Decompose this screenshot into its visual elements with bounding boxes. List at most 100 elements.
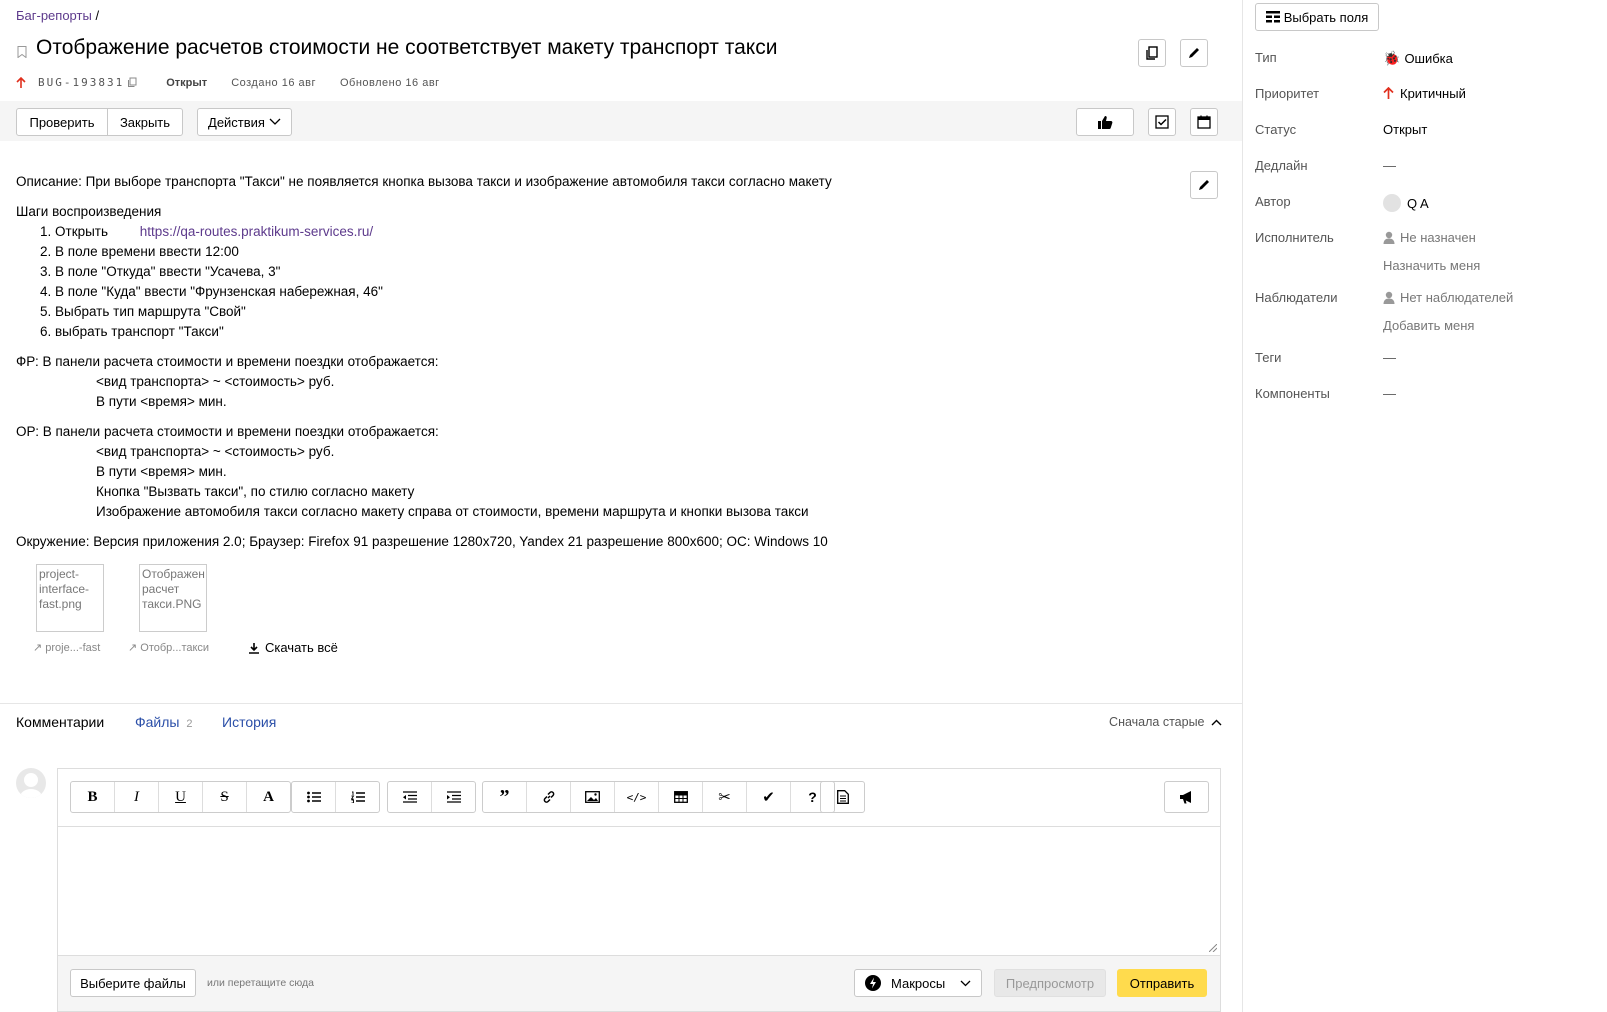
- code-icon[interactable]: </>: [615, 782, 659, 812]
- assign-me-link[interactable]: Назначить меня: [1383, 258, 1480, 273]
- check-button[interactable]: Проверить: [16, 108, 108, 136]
- megaphone-icon[interactable]: [1165, 782, 1208, 812]
- tab-comments[interactable]: Комментарии: [16, 714, 104, 730]
- assignee-label: Исполнитель: [1255, 230, 1334, 245]
- like-button[interactable]: [1076, 108, 1134, 136]
- issue-meta: BUG-193831 Открыт Создано 16 авг Обновле…: [16, 76, 440, 89]
- bookmark-icon[interactable]: [17, 46, 27, 58]
- tab-history[interactable]: История: [222, 714, 276, 730]
- bug-icon: 🐞: [1383, 50, 1401, 66]
- sort-toggle[interactable]: Сначала старые: [1109, 715, 1222, 729]
- type-label: Тип: [1255, 50, 1277, 65]
- type-value[interactable]: 🐞 Ошибка: [1383, 50, 1453, 67]
- document-icon[interactable]: [821, 782, 864, 812]
- issue-key[interactable]: BUG-193831: [38, 76, 124, 89]
- tags-value[interactable]: —: [1383, 350, 1396, 365]
- add-me-link[interactable]: Добавить меня: [1383, 318, 1474, 333]
- bold-icon[interactable]: B: [71, 782, 115, 812]
- download-all-button[interactable]: Скачать всё: [248, 640, 338, 655]
- author-value[interactable]: Q A: [1383, 194, 1429, 212]
- format-group: B I U S A: [70, 781, 291, 813]
- user-icon: [20, 773, 42, 798]
- attachment-caption[interactable]: ↗ Отобр...такси: [128, 641, 209, 654]
- assignee-text: Не назначен: [1400, 230, 1476, 245]
- text-color-icon[interactable]: A: [247, 782, 290, 812]
- download-all-label: Скачать всё: [265, 640, 338, 655]
- author-label: Автор: [1255, 194, 1291, 209]
- breadcrumb-link[interactable]: Баг-репорты: [16, 8, 92, 23]
- outdent-icon[interactable]: [388, 782, 432, 812]
- copy-button[interactable]: [1138, 39, 1166, 67]
- drop-hint: или перетащите сюда: [207, 977, 314, 989]
- macros-label: Макросы: [891, 975, 946, 991]
- macros-dropdown[interactable]: Макросы: [854, 969, 982, 997]
- chevron-down-icon: [960, 980, 971, 987]
- preview-button[interactable]: Предпросмотр: [994, 969, 1106, 997]
- copy-key-icon[interactable]: [127, 77, 138, 88]
- close-button[interactable]: Закрыть: [107, 108, 183, 136]
- select-fields-label: Выбрать поля: [1283, 9, 1369, 25]
- resize-handle-icon[interactable]: [1209, 944, 1217, 952]
- checkmark-icon[interactable]: ✔: [747, 782, 791, 812]
- table-icon[interactable]: [659, 782, 703, 812]
- link-icon[interactable]: [527, 782, 571, 812]
- actions-dropdown[interactable]: Действия: [197, 108, 292, 136]
- step-1-link[interactable]: https://qa-routes.praktikum-services.ru/: [140, 224, 373, 239]
- components-label: Компоненты: [1255, 386, 1330, 401]
- select-fields-button[interactable]: Выбрать поля: [1255, 3, 1379, 31]
- copy-icon: [1146, 46, 1158, 60]
- calendar-button[interactable]: [1190, 108, 1218, 136]
- status-value[interactable]: Открыт: [1383, 122, 1427, 137]
- quote-icon[interactable]: ”: [483, 782, 527, 812]
- attachment-thumbnail[interactable]: Отображен расчет такси.PNG: [139, 564, 207, 632]
- edit-description-button[interactable]: [1190, 171, 1218, 199]
- step-item: 5. Выбрать тип маршрута "Свой": [40, 304, 246, 319]
- watchers-value[interactable]: Нет наблюдателей: [1383, 290, 1513, 305]
- watchers-text: Нет наблюдателей: [1400, 290, 1514, 305]
- tab-files[interactable]: Файлы 2: [135, 714, 193, 730]
- pencil-icon: [1199, 180, 1209, 190]
- deadline-value[interactable]: —: [1383, 158, 1396, 173]
- checklist-button[interactable]: [1148, 108, 1176, 136]
- user-avatar: [16, 768, 46, 798]
- edit-title-button[interactable]: [1180, 39, 1208, 67]
- created-date: Создано 16 авг: [231, 76, 316, 89]
- bullet-list-icon[interactable]: [292, 782, 336, 812]
- attachment-thumbnail[interactable]: project-interface-fast.png: [36, 564, 104, 632]
- pencil-icon: [1189, 48, 1199, 58]
- calendar-icon: [1197, 115, 1211, 129]
- attachment-name: proje...-fast: [45, 642, 101, 654]
- assignee-value[interactable]: Не назначен: [1383, 230, 1476, 245]
- breadcrumb-separator: /: [95, 8, 100, 23]
- attachment-caption[interactable]: ↗ proje...-fast: [33, 641, 100, 654]
- sort-label: Сначала старые: [1109, 715, 1205, 729]
- scissors-icon[interactable]: ✂: [703, 782, 747, 812]
- person-icon: [1383, 231, 1395, 244]
- chevron-up-icon: [1211, 719, 1222, 726]
- step-item: 1. Открыть https://qa-routes.praktikum-s…: [16, 222, 1166, 242]
- deadline-label: Дедлайн: [1255, 158, 1308, 173]
- steps-list: 1. Открыть https://qa-routes.praktikum-s…: [16, 222, 1166, 342]
- actual-result-line: <вид транспорта> ~ <стоимость> руб.: [96, 374, 335, 389]
- components-value[interactable]: —: [1383, 386, 1396, 401]
- editor-footer: Выберите файлы или перетащите сюда Макро…: [58, 956, 1220, 1011]
- strikethrough-icon[interactable]: S: [203, 782, 247, 812]
- send-button[interactable]: Отправить: [1117, 969, 1207, 997]
- image-icon[interactable]: [571, 782, 615, 812]
- insert-group: ” </> ✂ ✔ ?: [482, 781, 835, 813]
- watchers-label: Наблюдатели: [1255, 290, 1338, 305]
- author-name: Q A: [1407, 195, 1429, 211]
- files-count-badge: 2: [186, 718, 193, 730]
- tab-files-label: Файлы: [135, 714, 180, 730]
- italic-icon[interactable]: I: [115, 782, 159, 812]
- indent-icon[interactable]: [432, 782, 475, 812]
- underline-icon[interactable]: U: [159, 782, 203, 812]
- updated-date: Обновлено 16 авг: [339, 76, 440, 89]
- numbered-list-icon[interactable]: [336, 782, 379, 812]
- choose-files-button[interactable]: Выберите файлы: [70, 969, 196, 997]
- priority-value[interactable]: Критичный: [1383, 86, 1466, 101]
- comment-textarea[interactable]: [58, 826, 1220, 956]
- expected-result-line: Изображение автомобиля такси согласно ма…: [96, 504, 809, 519]
- status-badge: Открыт: [166, 76, 208, 89]
- description: Описание: При выборе транспорта "Такси" …: [16, 172, 1166, 552]
